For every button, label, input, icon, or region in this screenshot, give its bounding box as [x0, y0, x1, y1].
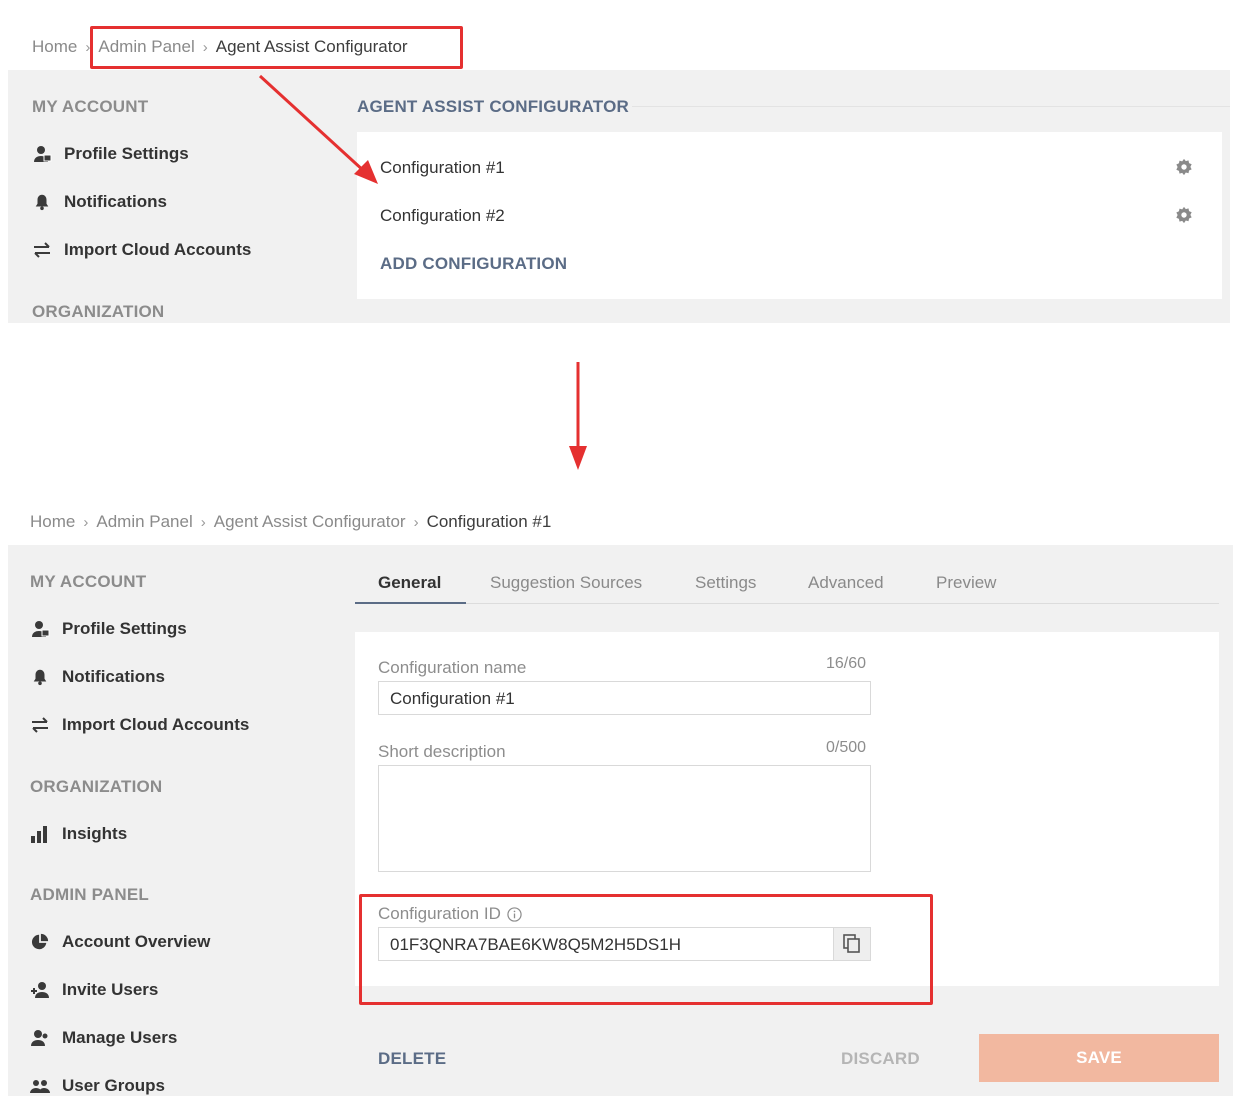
sidebar-item-label: Profile Settings — [62, 619, 187, 638]
chevron-right-icon: › — [413, 513, 419, 531]
gear-icon[interactable] — [1175, 206, 1195, 226]
sidebar-item-invite-users[interactable]: Invite Users — [30, 980, 158, 1000]
configuration-item-1[interactable]: Configuration #1 — [380, 158, 505, 178]
sidebar-item-user-groups[interactable]: User Groups — [30, 1076, 165, 1096]
sidebar-item-profile-settings[interactable]: Profile Settings — [32, 144, 189, 164]
sidebar-heading-organization: ORGANIZATION — [30, 777, 163, 796]
sidebar-item-notifications[interactable]: Notifications — [30, 667, 165, 687]
sidebar-item-manage-users[interactable]: Manage Users — [30, 1028, 177, 1048]
sidebar-heading-my-account: MY ACCOUNT — [30, 572, 147, 591]
profile-icon — [32, 144, 52, 164]
delete-button[interactable]: DELETE — [378, 1049, 446, 1069]
sidebar-item-import-cloud-accounts[interactable]: Import Cloud Accounts — [30, 715, 249, 735]
user-groups-icon — [30, 1076, 50, 1096]
profile-icon — [30, 619, 50, 639]
arrows-swap-icon — [30, 715, 50, 735]
sidebar-item-label: Insights — [62, 824, 128, 843]
annotation-arrow-down — [569, 362, 587, 470]
sidebar-item-label: Import Cloud Accounts — [62, 715, 250, 734]
gear-icon[interactable] — [1175, 158, 1195, 178]
sidebar-item-label: User Groups — [62, 1076, 165, 1095]
bell-icon — [30, 667, 50, 687]
configuration-name-counter: 16/60 — [826, 655, 867, 672]
sidebar-item-label: Notifications — [62, 667, 165, 686]
tab-settings[interactable]: Settings — [695, 573, 756, 593]
short-description-counter: 0/500 — [826, 739, 867, 756]
sidebar-heading-my-account: MY ACCOUNT — [32, 97, 149, 116]
breadcrumb-current: Configuration #1 — [426, 512, 552, 531]
section-title: AGENT ASSIST CONFIGURATOR — [357, 97, 629, 116]
users-icon — [30, 1028, 50, 1048]
breadcrumb-configurator[interactable]: Agent Assist Configurator — [214, 512, 406, 532]
add-configuration-link[interactable]: ADD CONFIGURATION — [380, 254, 567, 274]
chevron-right-icon: › — [200, 513, 206, 531]
sidebar-item-label: Invite Users — [62, 980, 159, 999]
arrows-swap-icon — [32, 240, 52, 260]
configuration-name-label: Configuration name — [378, 658, 527, 677]
sidebar-item-label: Account Overview — [62, 932, 211, 951]
pie-chart-icon — [30, 932, 50, 952]
bar-chart-icon — [30, 824, 50, 844]
sidebar-item-label: Notifications — [64, 192, 167, 211]
discard-button[interactable]: DISCARD — [841, 1049, 920, 1069]
add-user-icon — [30, 980, 50, 1000]
breadcrumb-admin-panel[interactable]: Admin Panel — [96, 512, 192, 532]
sidebar-item-label: Profile Settings — [64, 144, 189, 163]
bottom-breadcrumb: Home › Admin Panel › Agent Assist Config… — [30, 512, 551, 532]
breadcrumb-home[interactable]: Home — [32, 37, 77, 57]
short-description-label: Short description — [378, 742, 506, 761]
tab-preview[interactable]: Preview — [936, 573, 996, 593]
sidebar-item-import-cloud-accounts[interactable]: Import Cloud Accounts — [32, 240, 251, 260]
sidebar-heading-organization: ORGANIZATION — [32, 302, 165, 321]
short-description-textarea[interactable] — [378, 765, 871, 872]
tab-active-underline — [355, 602, 466, 604]
save-button-label: SAVE — [1076, 1048, 1122, 1067]
sidebar-item-label: Import Cloud Accounts — [64, 240, 252, 259]
sidebar-item-notifications[interactable]: Notifications — [32, 192, 167, 212]
tab-advanced[interactable]: Advanced — [808, 573, 884, 593]
sidebar-item-profile-settings[interactable]: Profile Settings — [30, 619, 187, 639]
chevron-right-icon: › — [83, 513, 89, 531]
highlight-box-breadcrumb — [90, 26, 463, 69]
configuration-name-input[interactable]: Configuration #1 — [378, 681, 871, 715]
tab-general[interactable]: General — [378, 573, 441, 593]
save-button[interactable]: SAVE — [979, 1034, 1219, 1082]
sidebar-heading-admin-panel: ADMIN PANEL — [30, 885, 149, 904]
sidebar-item-label: Manage Users — [62, 1028, 178, 1047]
tab-suggestion-sources[interactable]: Suggestion Sources — [490, 573, 642, 593]
configuration-item-2[interactable]: Configuration #2 — [380, 206, 505, 226]
breadcrumb-home[interactable]: Home — [30, 512, 75, 532]
annotation-arrow-diagonal — [258, 74, 378, 184]
highlight-box-configuration-id — [359, 894, 933, 1005]
bell-icon — [32, 192, 52, 212]
section-title-rule — [632, 106, 1230, 107]
sidebar-item-account-overview[interactable]: Account Overview — [30, 932, 210, 952]
sidebar-item-insights[interactable]: Insights — [30, 824, 127, 844]
tabs-rule — [466, 603, 1219, 604]
configuration-name-value: Configuration #1 — [390, 689, 515, 708]
